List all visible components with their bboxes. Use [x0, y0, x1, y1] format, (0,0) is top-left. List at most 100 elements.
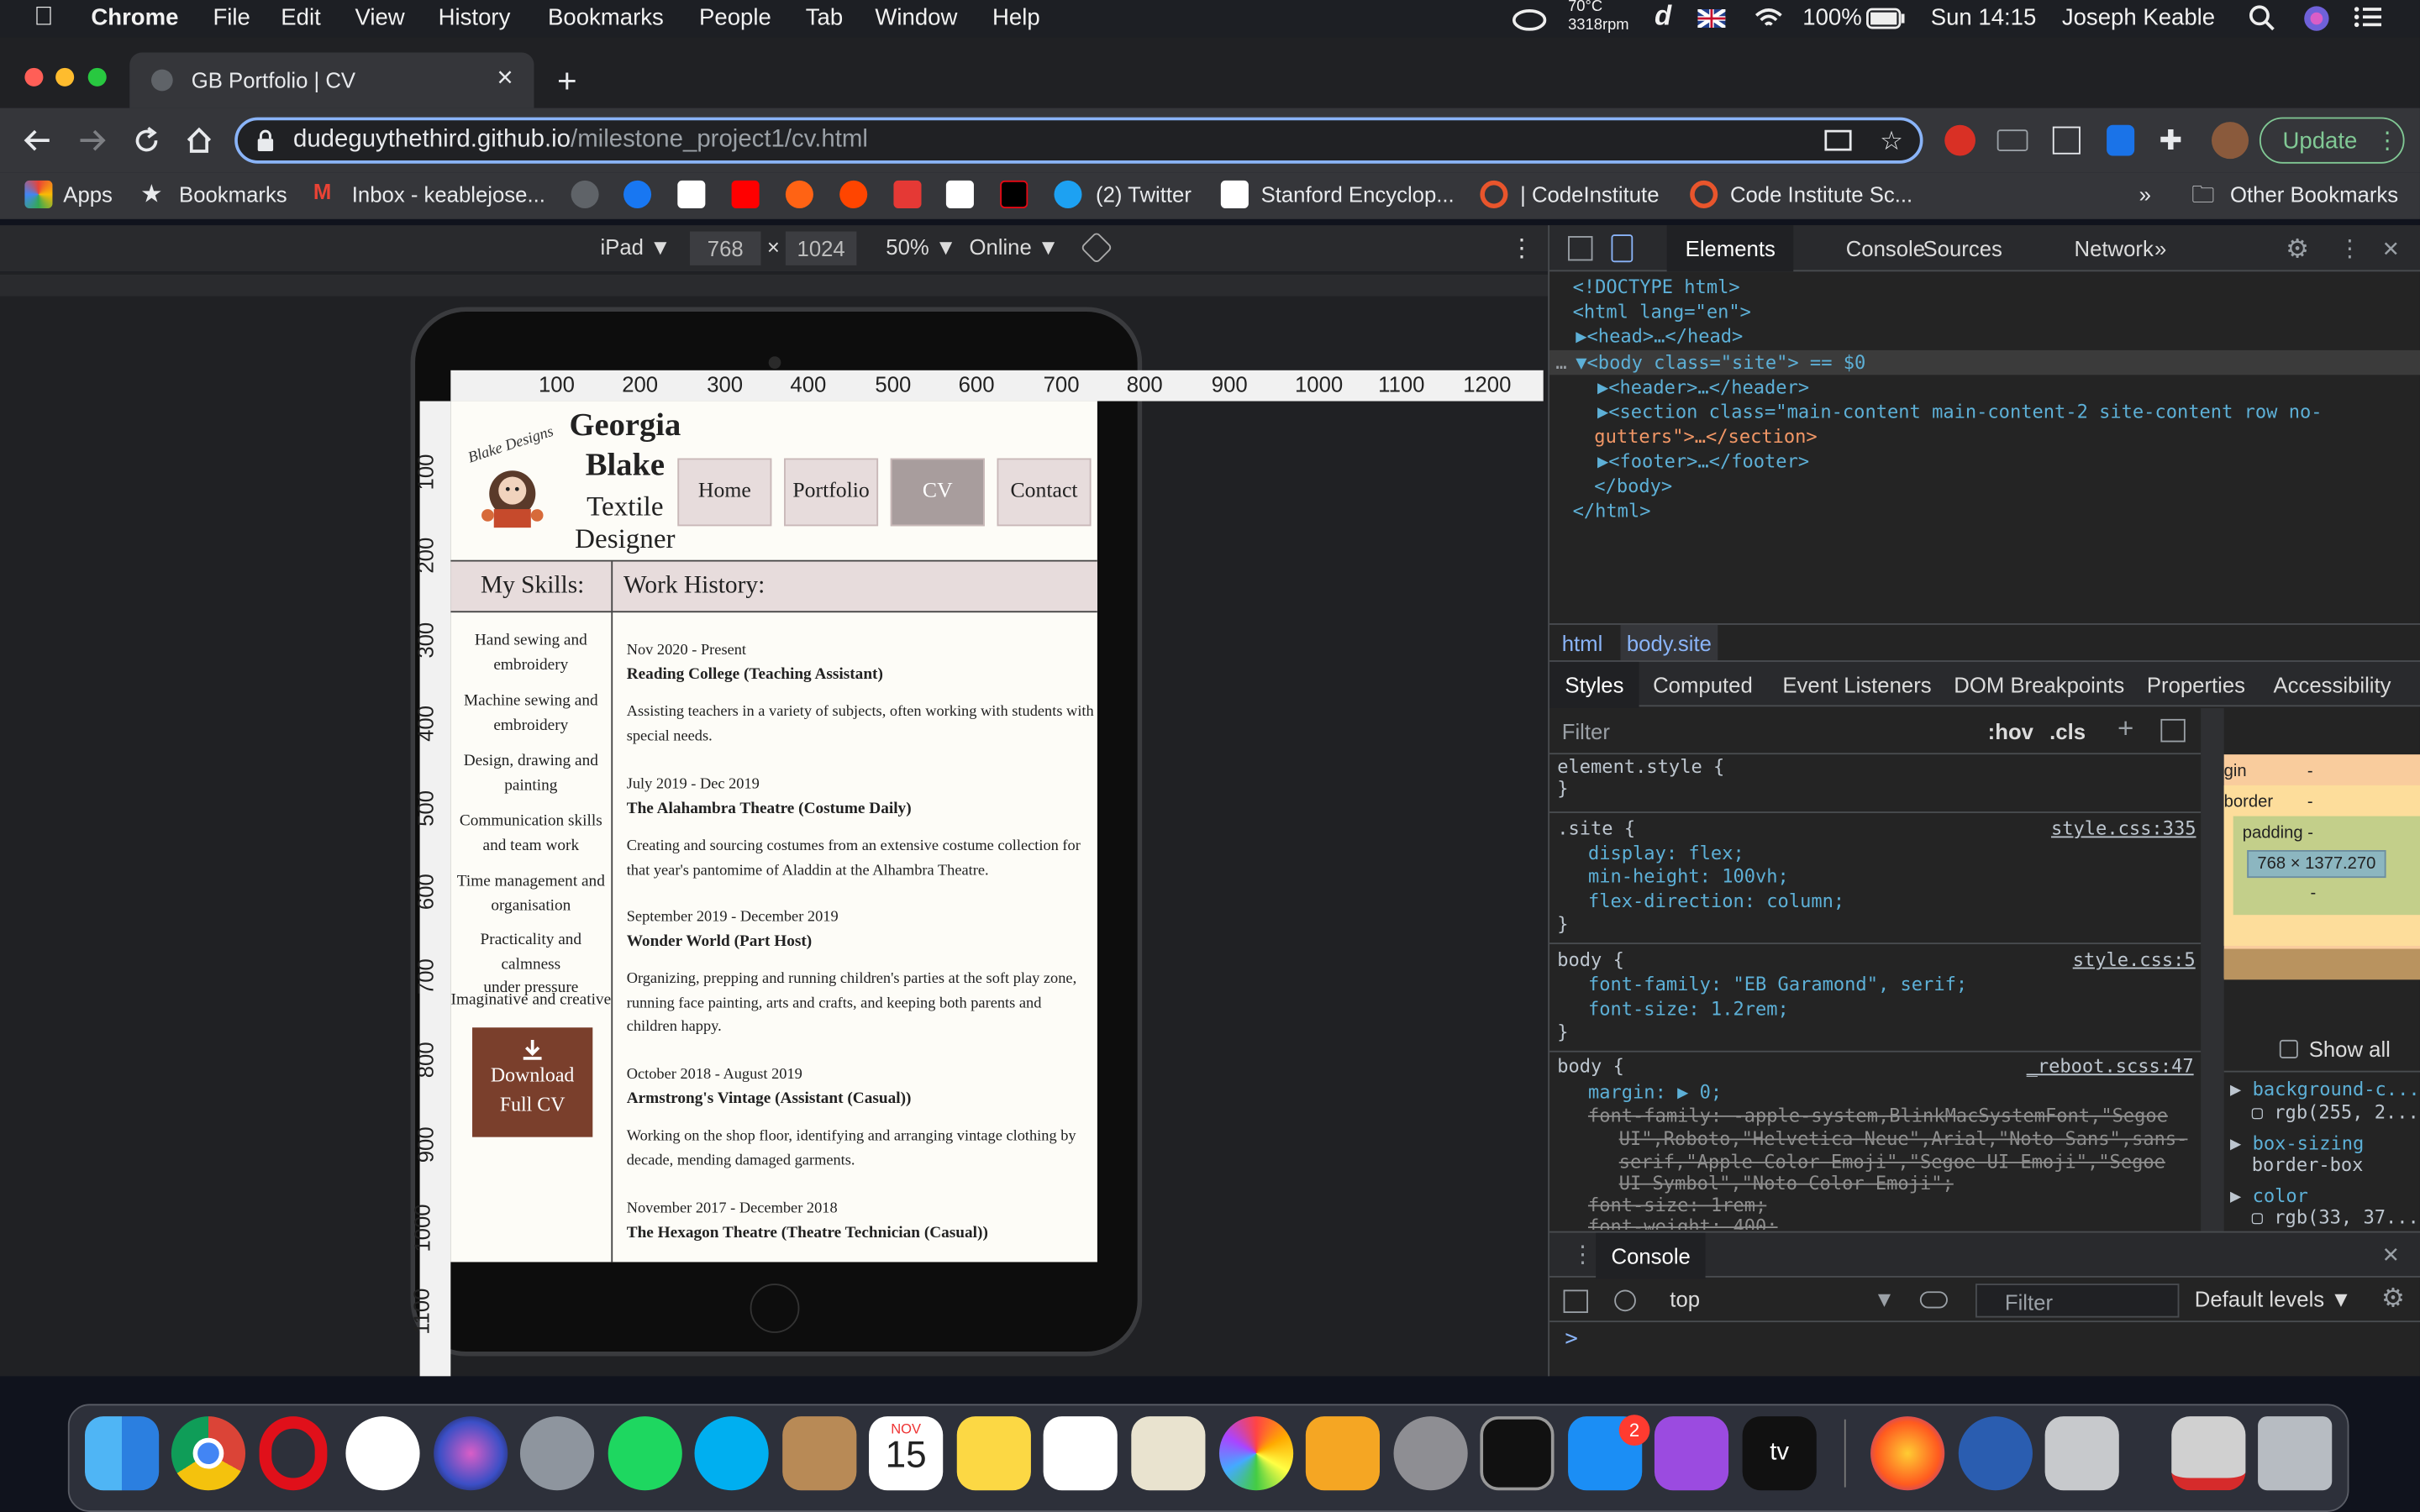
devtools-menu-icon[interactable]: ⋮ — [2338, 234, 2362, 262]
bookmark-codeinstitute[interactable]: | CodeInstitute — [1520, 182, 1659, 207]
codeinstitute-icon[interactable] — [1480, 180, 1508, 208]
styles-scrollbar[interactable] — [2201, 708, 2224, 1233]
extensions-puzzle-icon[interactable]: ✚ — [2160, 125, 2183, 158]
wifi-icon[interactable] — [1753, 6, 1784, 30]
clock[interactable]: Sun 14:15 — [1931, 5, 2037, 31]
podcasts-icon[interactable] — [1654, 1416, 1729, 1491]
box-model-content[interactable]: 768 × 1377.270 — [2247, 850, 2386, 879]
menu-history[interactable]: History — [439, 5, 511, 31]
zoom-window-button[interactable] — [87, 67, 107, 87]
rule-source-link[interactable]: style.css:335 — [2051, 817, 2196, 839]
dom-line-selected[interactable]: ▼<body class="site"> == $0 — [1576, 352, 1865, 374]
computed-prop[interactable]: ▶ box-sizing — [2230, 1132, 2364, 1154]
overridden-declaration[interactable]: font-size: 1rem; — [1588, 1194, 1766, 1216]
forward-icon[interactable] — [77, 127, 108, 155]
dom-line[interactable]: </html> — [1573, 500, 1651, 522]
siri-dock-icon[interactable] — [434, 1416, 508, 1491]
crumb-html[interactable]: html — [1562, 631, 1603, 655]
maps-icon[interactable] — [1131, 1416, 1206, 1491]
notes-icon[interactable] — [956, 1416, 1031, 1491]
reddit-icon[interactable] — [839, 180, 868, 208]
spotlight-icon[interactable] — [2249, 5, 2276, 33]
settings-gear-icon[interactable]: ⚙ — [2286, 234, 2309, 265]
device-more-icon[interactable]: ⋮ — [1509, 233, 1534, 264]
guardian-icon[interactable] — [945, 180, 974, 208]
devtools-close-icon[interactable]: ✕ — [2383, 233, 2399, 264]
chrome-dock-icon[interactable] — [171, 1416, 246, 1491]
reminders-icon[interactable] — [1043, 1416, 1118, 1491]
notification-center-icon[interactable] — [2352, 3, 2383, 31]
facebook-icon[interactable] — [623, 180, 652, 208]
crumb-body-site[interactable]: body.site — [1620, 624, 1718, 662]
browser-tab[interactable]: GB Portfolio | CV × — [129, 52, 534, 108]
netflix-icon[interactable] — [1000, 180, 1028, 208]
finder-icon[interactable] — [85, 1416, 160, 1491]
bookmark-code-institute-sc[interactable]: Code Institute Sc... — [1730, 182, 1912, 207]
box-model-margin[interactable]: gin - border - padding - 768 × 1377.270 - — [2223, 754, 2420, 979]
show-all-checkbox[interactable] — [2279, 1039, 2298, 1058]
cls-toggle[interactable]: .cls — [2049, 719, 2086, 743]
subtab-styles[interactable]: Styles — [1549, 661, 1639, 709]
pencil-icon[interactable] — [893, 180, 922, 208]
home-button[interactable] — [750, 1284, 800, 1333]
menu-tab[interactable]: Tab — [806, 5, 843, 31]
bookmark-inbox[interactable]: Inbox - keablejose... — [352, 182, 545, 207]
rule-source-link[interactable]: style.css:5 — [2073, 949, 2196, 971]
amazon-icon[interactable] — [677, 180, 706, 208]
subtab-dom-breakpoints[interactable]: DOM Breakpoints — [1954, 662, 2124, 708]
computed-prop[interactable]: ▶ color — [2230, 1185, 2308, 1207]
extension-shield-icon[interactable] — [2107, 124, 2135, 156]
slack-icon[interactable] — [345, 1416, 420, 1491]
bookmark-stanford[interactable]: Stanford Encyclop... — [1261, 182, 1455, 207]
device-select[interactable]: iPad ▼ — [600, 234, 671, 259]
profile-avatar[interactable] — [2211, 122, 2249, 160]
new-rule-icon[interactable]: + — [2118, 713, 2133, 746]
home-icon[interactable] — [184, 125, 215, 156]
battery-icon[interactable] — [1866, 8, 1907, 29]
device-height-input[interactable]: 1024 — [785, 231, 857, 265]
dictionary-icon[interactable]: d — [1655, 0, 1671, 33]
rule-body-reboot[interactable]: body { — [1557, 1055, 1624, 1077]
bookmark-other[interactable]: Other Bookmarks — [2230, 182, 2398, 207]
subtab-computed[interactable]: Computed — [1653, 662, 1753, 708]
bookmarks-overflow[interactable]: » — [2139, 182, 2151, 207]
inspect-element-icon[interactable] — [1568, 236, 1593, 261]
overridden-declaration[interactable]: font-weight: 400; — [1588, 1215, 1778, 1230]
drawer-tab-console[interactable]: Console — [1596, 1232, 1707, 1279]
battery-percent[interactable]: 100% — [1802, 5, 1861, 31]
siri-icon[interactable] — [2302, 5, 2330, 33]
overridden-declaration[interactable]: font-family: -apple-system,BlinkMacSyste… — [1588, 1105, 2168, 1126]
subtab-event-listeners[interactable]: Event Listeners — [1782, 662, 1931, 708]
download-cv-button[interactable]: Download Full CV — [472, 1027, 593, 1137]
sidebar-toggle-icon[interactable] — [2160, 718, 2186, 743]
close-window-button[interactable] — [24, 67, 44, 87]
bookmark-star-icon[interactable]: ☆ — [1880, 127, 1903, 158]
preview-icon[interactable] — [2044, 1416, 2119, 1491]
nav-contact-button[interactable]: Contact — [997, 458, 1092, 527]
nav-home-button[interactable]: Home — [677, 458, 772, 527]
gmail-icon[interactable]: M — [313, 179, 331, 203]
cloud-icon[interactable] — [1512, 6, 1547, 31]
spotify-icon[interactable] — [608, 1416, 682, 1491]
device-toggle-icon[interactable] — [1611, 234, 1634, 263]
trash-icon[interactable] — [2258, 1416, 2333, 1491]
extension-inspect-icon[interactable] — [2052, 126, 2081, 155]
tab-sources[interactable]: Sources — [1904, 225, 2020, 271]
user-name[interactable]: Joseph Keable — [2062, 5, 2215, 31]
rule-site[interactable]: .site { — [1557, 817, 1635, 839]
pages-icon[interactable] — [1305, 1416, 1381, 1491]
device-width-input[interactable]: 768 — [690, 231, 761, 265]
calendar-icon[interactable]: NOV 15 — [869, 1416, 944, 1491]
css-declaration[interactable]: min-height: 100vh; — [1588, 865, 1789, 887]
cast-icon[interactable] — [1824, 129, 1852, 153]
bookmark-apps[interactable]: Apps — [63, 182, 113, 207]
console-settings-icon[interactable]: ⚙ — [2381, 1284, 2405, 1315]
zoom-select[interactable]: 50% ▼ — [886, 234, 956, 259]
rule-body[interactable]: body { — [1557, 949, 1624, 971]
tab-close-icon[interactable]: × — [497, 61, 513, 94]
uk-flag-icon[interactable] — [1697, 9, 1726, 29]
twitter-icon[interactable] — [1054, 180, 1082, 208]
live-expression-eye-icon[interactable] — [1919, 1291, 1948, 1309]
launchpad-icon[interactable] — [519, 1416, 595, 1491]
subtab-properties[interactable]: Properties — [2147, 662, 2245, 708]
